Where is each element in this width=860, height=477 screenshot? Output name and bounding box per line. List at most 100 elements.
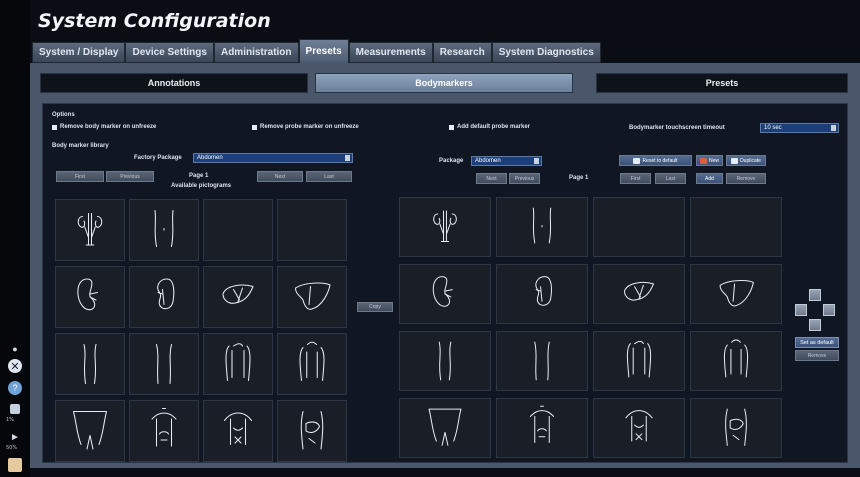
remove-label: Remove [736, 175, 756, 182]
left-first-button[interactable]: First [56, 171, 104, 182]
move-left-button[interactable] [795, 304, 807, 316]
tab-research[interactable]: Research [432, 42, 492, 63]
move-down-button[interactable] [809, 319, 821, 331]
available-pictogram-empty[interactable] [203, 199, 273, 261]
package-pictogram-pelvis[interactable] [399, 398, 491, 458]
previous-label: Previous [120, 173, 140, 180]
available-pictogram-torso-liver[interactable] [277, 400, 347, 462]
app-window: ● ✕ ? 1% ► 50% System Configuration Syst… [0, 0, 860, 477]
kidney-right-icon [77, 278, 99, 311]
tab-system-display[interactable]: System / Display [32, 42, 126, 63]
set-as-default-button[interactable]: Set as default [795, 337, 839, 348]
available-pictogram-liver-small[interactable] [203, 266, 273, 328]
move-up-button[interactable] [809, 289, 821, 301]
package-pictogram-empty[interactable] [593, 197, 685, 257]
help-icon[interactable]: ? [8, 381, 22, 395]
package-label: Package [439, 158, 464, 164]
move-right-button[interactable] [823, 304, 835, 316]
subtab-bodymarkers[interactable]: Bodymarkers [315, 73, 573, 93]
available-pictogram-torso-front[interactable] [129, 199, 199, 261]
package-pictogram-kidneys-ureters[interactable] [399, 197, 491, 257]
available-pictogram-torso-arms-3[interactable] [129, 400, 199, 462]
subtab-annotations[interactable]: Annotations [40, 73, 308, 93]
timeout-select[interactable]: 10 sec [760, 123, 839, 133]
remove-button[interactable]: Remove [726, 173, 766, 184]
package-pictogram-kidney-left[interactable] [496, 264, 588, 324]
close-icon[interactable]: ✕ [8, 359, 22, 373]
package-select[interactable]: Abdomen [471, 156, 542, 166]
available-pictogram-kidney-left[interactable] [129, 266, 199, 328]
tab-device-settings[interactable]: Device Settings [125, 42, 214, 63]
subtab-presets[interactable]: Presets [596, 73, 848, 93]
add-button[interactable]: Add [696, 173, 723, 184]
tab-administration[interactable]: Administration [213, 42, 299, 63]
right-first-button[interactable]: First [620, 173, 651, 184]
usb-icon[interactable] [10, 404, 20, 414]
available-pictogram-liver[interactable] [277, 266, 347, 328]
package-pictogram-torso-arms-3[interactable] [496, 398, 588, 458]
preset-subtabs: Annotations Bodymarkers Presets [40, 73, 848, 95]
available-pictogram-torso-narrow-1[interactable] [55, 333, 125, 395]
last-label: Last [665, 175, 676, 182]
left-previous-button[interactable]: Previous [106, 171, 154, 182]
duplicate-button[interactable]: Duplicate [726, 155, 766, 166]
reset-to-default-button[interactable]: Reset to default [619, 155, 692, 166]
package-pictogram-torso-narrow-1[interactable] [399, 331, 491, 391]
new-page-icon [699, 157, 707, 164]
duplicate-icon [731, 157, 739, 164]
right-remove-button[interactable]: Remove [795, 350, 839, 361]
torso-narrow-2-icon [155, 343, 173, 385]
remove-body-marker-checkbox[interactable]: Remove body marker on unfreeze [52, 124, 156, 130]
left-next-button[interactable]: Next [257, 171, 303, 182]
torso-liver-icon [725, 408, 747, 446]
copy-label: Copy [369, 304, 381, 310]
right-page-indicator: Page 1 [569, 175, 589, 181]
main-tabs: System / Display Device Settings Adminis… [32, 39, 601, 63]
page-icon [633, 157, 641, 164]
right-last-button[interactable]: Last [655, 173, 686, 184]
new-button[interactable]: New [696, 155, 723, 166]
available-pictogram-torso-narrow-2[interactable] [129, 333, 199, 395]
available-pictogram-empty[interactable] [277, 199, 347, 261]
package-pictogram-empty[interactable] [690, 197, 782, 257]
package-pictogram-liver-small[interactable] [593, 264, 685, 324]
available-pictogram-kidney-right[interactable] [55, 266, 125, 328]
available-pictograms-label: Available pictograms [171, 183, 232, 189]
first-label: First [75, 173, 85, 180]
available-pictogram-kidneys-ureters[interactable] [55, 199, 125, 261]
package-pictogram-torso-narrow-2[interactable] [496, 331, 588, 391]
package-pictogram-torso-arms-2[interactable] [690, 331, 782, 391]
available-pictogram-torso-arms-2[interactable] [277, 333, 347, 395]
checkbox-square [52, 124, 57, 130]
package-pictogram-torso-front[interactable] [496, 197, 588, 257]
speaker-icon[interactable]: ► [8, 430, 22, 444]
package-pictogram-liver[interactable] [690, 264, 782, 324]
available-pictogram-torso-arms-1[interactable] [203, 333, 273, 395]
person-icon[interactable]: ● [8, 342, 22, 356]
factory-package-select[interactable]: Abdomen [193, 153, 353, 163]
chevron-down-icon [534, 158, 539, 164]
add-default-probe-checkbox[interactable]: Add default probe marker [449, 124, 530, 130]
package-pictogram-torso-arms-1[interactable] [593, 331, 685, 391]
available-pictogram-pelvis[interactable] [55, 400, 125, 462]
previous-label: Previous [514, 175, 535, 182]
package-pictogram-kidney-right[interactable] [399, 264, 491, 324]
copy-button[interactable]: Copy [357, 302, 393, 312]
library-heading: Body marker library [52, 143, 109, 149]
package-pictogram-torso-arms-4[interactable] [593, 398, 685, 458]
right-previous-button[interactable]: Previous [509, 173, 540, 184]
tab-system-diagnostics[interactable]: System Diagnostics [491, 42, 601, 63]
tab-measurements[interactable]: Measurements [348, 42, 433, 63]
torso-front-icon [532, 207, 552, 244]
next-label: Next [274, 173, 286, 180]
left-last-button[interactable]: Last [306, 171, 352, 182]
package-pictogram-torso-liver[interactable] [690, 398, 782, 458]
tab-presets[interactable]: Presets [298, 39, 349, 63]
user-icon[interactable] [8, 458, 22, 472]
available-pictogram-torso-arms-4[interactable] [203, 400, 273, 462]
kidneys-ureters-icon [433, 210, 457, 243]
right-next-button[interactable]: Next [476, 173, 507, 184]
remove-probe-marker-checkbox[interactable]: Remove probe marker on unfreeze [252, 124, 359, 130]
torso-front-icon [154, 209, 174, 248]
first-label: First [630, 175, 641, 182]
